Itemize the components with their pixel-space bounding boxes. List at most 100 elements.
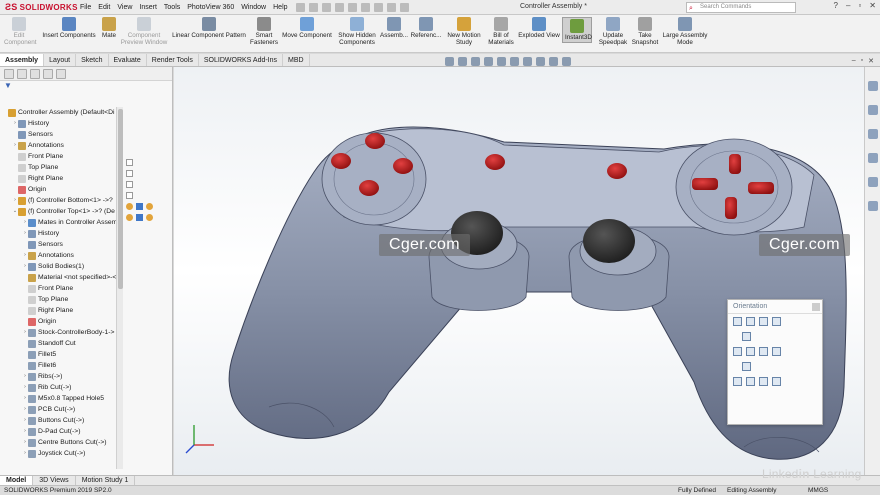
tree-item[interactable]: Sensors <box>0 129 125 140</box>
section-view-icon[interactable] <box>484 57 493 66</box>
file-explorer-icon[interactable] <box>867 129 878 139</box>
edit-component-button[interactable]: Edit Component <box>4 17 37 46</box>
tree-item[interactable]: Right Plane <box>0 305 125 316</box>
tree-item[interactable]: › Solid Bodies(1) <box>0 261 125 272</box>
update-speedpak-button[interactable]: Update Speedpak <box>598 17 628 46</box>
units-selector[interactable]: MMGS <box>808 486 828 495</box>
minimize-icon[interactable]: – <box>846 1 850 10</box>
tree-item[interactable]: Front Plane <box>0 283 125 294</box>
view-orientation-icon[interactable] <box>497 57 506 66</box>
new-icon[interactable] <box>308 2 318 12</box>
view-selector-icon[interactable] <box>772 317 781 326</box>
solidworks-resources-icon[interactable] <box>867 81 878 91</box>
view-settings-icon[interactable] <box>562 57 571 66</box>
left-view-icon[interactable] <box>733 347 742 356</box>
bottom-view-icon[interactable] <box>742 362 751 371</box>
tree-item[interactable]: › Buttons Cut(->) <box>0 415 125 426</box>
tree-item[interactable]: Standoff Cut <box>0 338 125 349</box>
menu-photoview-360[interactable]: PhotoView 360 <box>187 4 234 11</box>
viewport-minimize-icon[interactable]: – <box>852 57 856 65</box>
tab-mbd[interactable]: MBD <box>283 54 310 66</box>
referenc--button[interactable]: Referenc... <box>410 17 442 39</box>
tree-item[interactable]: › Rib Cut(->) <box>0 382 125 393</box>
tab-sketch[interactable]: Sketch <box>76 54 109 66</box>
four-view-icon[interactable] <box>759 377 768 386</box>
take-snapshot-button[interactable]: Take Snapshot <box>631 17 659 46</box>
linear-component-pattern-button[interactable]: Linear Component Pattern <box>170 17 248 39</box>
new-motion-study-button[interactable]: New Motion Study <box>446 17 482 46</box>
tree-item[interactable]: › Annotations <box>0 140 125 151</box>
tree-item[interactable]: Top Plane <box>0 294 125 305</box>
help-icon[interactable]: ? <box>834 1 838 10</box>
select-icon[interactable] <box>373 2 383 12</box>
back-view-icon[interactable] <box>772 347 781 356</box>
tree-item[interactable]: › History <box>0 118 125 129</box>
display-manager-tab-icon[interactable] <box>56 68 66 79</box>
zoom-area-icon[interactable] <box>458 57 467 66</box>
menu-edit[interactable]: Edit <box>98 4 110 11</box>
bottom-tab-model[interactable]: Model <box>0 476 34 485</box>
instant3d-button[interactable]: Instant3D <box>562 17 592 43</box>
pin-icon[interactable] <box>812 303 820 311</box>
new-view-icon[interactable] <box>733 317 742 326</box>
filter-icon[interactable]: ▼ <box>0 81 172 93</box>
tree-scrollbar[interactable] <box>116 107 123 469</box>
tree-item[interactable]: Top Plane <box>0 162 125 173</box>
exploded-view-button[interactable]: Exploded View <box>518 17 560 39</box>
custom-properties-icon[interactable] <box>867 201 878 211</box>
tree-item[interactable]: › Annotations <box>0 250 125 261</box>
solidworks-logo[interactable]: ƧS SOLIDWORKS <box>0 2 80 12</box>
single-view-icon[interactable] <box>733 377 742 386</box>
tree-item[interactable]: Fillet5 <box>0 349 125 360</box>
hide-show-items-icon[interactable] <box>523 57 532 66</box>
tree-item[interactable]: ⌄ (f) Controller Top<1> ->? (De <box>0 206 125 217</box>
view-palette-icon[interactable] <box>867 153 878 163</box>
bottom-tab-motion-study-1[interactable]: Motion Study 1 <box>76 476 136 485</box>
restore-icon[interactable]: ▫ <box>858 1 861 10</box>
tree-item[interactable]: › Centre Buttons Cut(->) <box>0 437 125 448</box>
smart-fasteners-button[interactable]: Smart Fasteners <box>250 17 278 46</box>
tree-item[interactable]: › Stock-ControllerBody-1-> <box>0 327 125 338</box>
tree-item[interactable]: Sensors <box>0 239 125 250</box>
tree-item[interactable]: Fillet6 <box>0 360 125 371</box>
tree-item[interactable]: Controller Assembly (Default<Di <box>0 107 125 118</box>
menu-insert[interactable]: Insert <box>139 4 157 11</box>
tree-item[interactable]: › History <box>0 228 125 239</box>
save-icon[interactable] <box>334 2 344 12</box>
tab-evaluate[interactable]: Evaluate <box>109 54 147 66</box>
scrollbar-thumb[interactable] <box>118 109 123 289</box>
search-commands-input[interactable]: ⌕ Search Commands <box>686 2 796 13</box>
tab-render-tools[interactable]: Render Tools <box>147 54 199 66</box>
right-view-icon[interactable] <box>759 347 768 356</box>
undo-icon[interactable] <box>360 2 370 12</box>
configuration-manager-tab-icon[interactable] <box>30 68 40 79</box>
tree-item[interactable]: Front Plane <box>0 151 125 162</box>
insert-components-button[interactable]: Insert Components <box>40 17 98 39</box>
bottom-tab-3d-views[interactable]: 3D Views <box>33 476 76 485</box>
dimxpert-tab-icon[interactable] <box>43 68 53 79</box>
tree-item[interactable]: Right Plane <box>0 173 125 184</box>
rebuild-icon[interactable] <box>386 2 396 12</box>
tree-item[interactable]: › D-Pad Cut(->) <box>0 426 125 437</box>
bill-of-materials-button[interactable]: Bill of Materials <box>487 17 515 46</box>
show-hidden-components-button[interactable]: Show Hidden Components <box>337 17 377 46</box>
design-library-icon[interactable] <box>867 105 878 115</box>
assemb--button[interactable]: Assemb... <box>380 17 408 39</box>
viewport-restore-icon[interactable]: ▫ <box>861 57 863 65</box>
property-manager-tab-icon[interactable] <box>17 68 27 79</box>
menu-help[interactable]: Help <box>273 4 287 11</box>
tab-layout[interactable]: Layout <box>44 54 77 66</box>
link-views-icon[interactable] <box>772 377 781 386</box>
tree-item[interactable]: › Ribs(->) <box>0 371 125 382</box>
appearances-icon[interactable] <box>867 177 878 187</box>
zoom-fit-icon[interactable] <box>445 57 454 66</box>
update-view-icon[interactable] <box>746 317 755 326</box>
large-assembly-mode-button[interactable]: Large Assembly Mode <box>662 17 708 46</box>
reset-view-icon[interactable] <box>759 317 768 326</box>
apply-scene-icon[interactable] <box>549 57 558 66</box>
options-icon[interactable] <box>399 2 409 12</box>
component-preview-window-button[interactable]: Component Preview Window <box>120 17 168 46</box>
print-icon[interactable] <box>347 2 357 12</box>
tree-item[interactable]: › M5x0.8 Tapped Hole5 <box>0 393 125 404</box>
tree-item[interactable]: › Joystick Cut(->) <box>0 448 125 459</box>
